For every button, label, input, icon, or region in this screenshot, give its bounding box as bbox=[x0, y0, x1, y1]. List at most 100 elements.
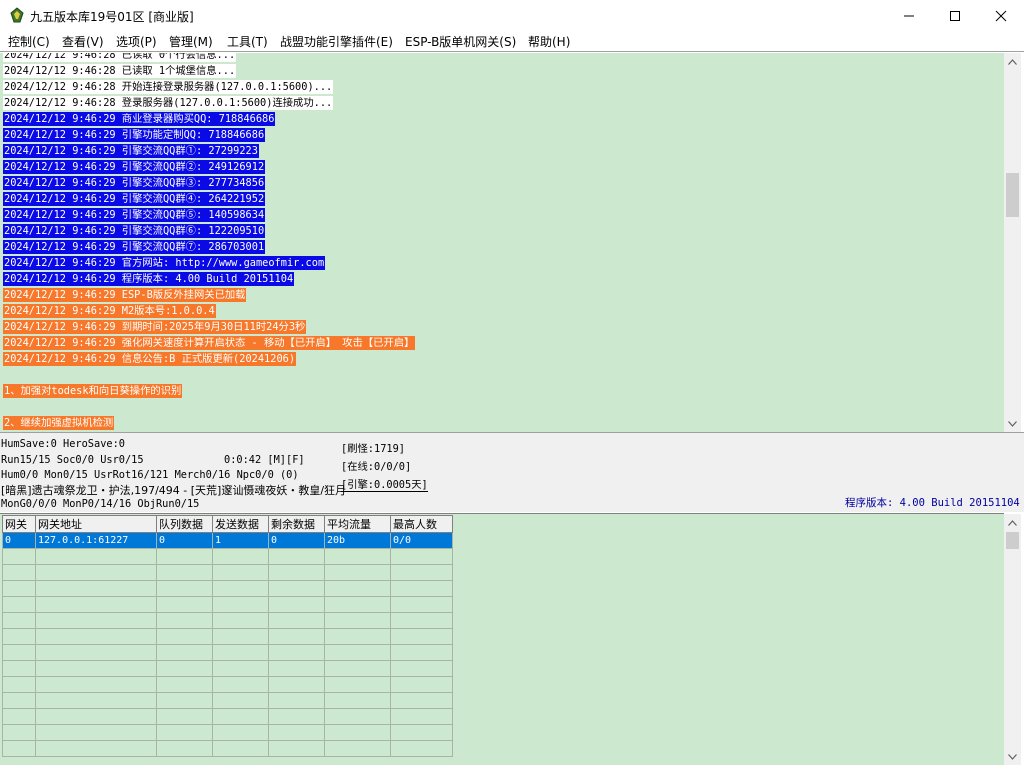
log-line: 2024/12/12 9:46:29 引擎交流QQ群⑤: 140598634 bbox=[3, 208, 266, 222]
table-row bbox=[2, 708, 453, 725]
table-cell bbox=[390, 724, 453, 741]
table-cell bbox=[324, 724, 391, 741]
table-cell bbox=[268, 628, 325, 645]
table-cell bbox=[268, 580, 325, 597]
table-cell: 0 bbox=[268, 532, 325, 549]
table-cell bbox=[2, 724, 36, 741]
table-cell bbox=[390, 580, 453, 597]
table-cell bbox=[156, 724, 213, 741]
table-cell bbox=[268, 644, 325, 661]
menu-view[interactable]: 查看(V) bbox=[62, 33, 104, 50]
table-cell bbox=[390, 596, 453, 613]
menu-tools[interactable]: 工具(T) bbox=[227, 33, 268, 50]
table-cell bbox=[212, 580, 269, 597]
log-panel[interactable]: 2024/12/12 9:46:28 已读取 0个行会信息... 2024/12/… bbox=[0, 53, 1004, 432]
gateway-grid[interactable]: 网关 网关地址 队列数据 发送数据 剩余数据 平均流量 最高人数 0 127.0.… bbox=[0, 513, 1004, 765]
table-cell bbox=[212, 692, 269, 709]
table-cell bbox=[2, 564, 36, 581]
table-cell bbox=[156, 708, 213, 725]
table-cell bbox=[35, 708, 157, 725]
menu-help[interactable]: 帮助(H) bbox=[528, 33, 570, 50]
table-cell bbox=[2, 676, 36, 693]
table-cell bbox=[35, 740, 157, 757]
table-cell bbox=[268, 612, 325, 629]
window-title: 九五版本库19号01区 [商业版] bbox=[30, 10, 194, 24]
log-line: 2024/12/12 9:46:28 已读取 1个城堡信息... bbox=[3, 64, 237, 78]
table-cell bbox=[212, 596, 269, 613]
table-cell bbox=[324, 612, 391, 629]
table-cell bbox=[390, 564, 453, 581]
minimize-button[interactable] bbox=[886, 0, 932, 31]
grid-header-row: 网关 网关地址 队列数据 发送数据 剩余数据 平均流量 最高人数 bbox=[2, 515, 453, 533]
table-cell: 0/0 bbox=[390, 532, 453, 549]
log-line: 2、继续加强虚拟机检测 bbox=[3, 416, 115, 430]
log-line: 2024/12/12 9:46:29 引擎交流QQ群④: 264221952 bbox=[3, 192, 266, 206]
col-queue-data[interactable]: 队列数据 bbox=[156, 515, 213, 533]
table-cell bbox=[268, 596, 325, 613]
log-line: 2024/12/12 9:46:29 ESP-B版反外挂网关已加载 bbox=[3, 288, 247, 302]
col-max-users[interactable]: 最高人数 bbox=[390, 515, 453, 533]
col-send-data[interactable]: 发送数据 bbox=[212, 515, 269, 533]
table-cell bbox=[35, 564, 157, 581]
table-row bbox=[2, 612, 453, 629]
table-cell bbox=[390, 692, 453, 709]
table-cell bbox=[156, 676, 213, 693]
status-runtime: 0:0:42 [M][F] bbox=[224, 454, 305, 466]
log-line: 2024/12/12 9:46:29 到期时间:2025年9月30日11时24分… bbox=[3, 320, 307, 334]
table-cell bbox=[390, 612, 453, 629]
table-cell bbox=[390, 628, 453, 645]
table-cell bbox=[324, 564, 391, 581]
log-line: 2024/12/12 9:46:29 引擎交流QQ群②: 249126912 bbox=[3, 160, 266, 174]
col-gateway-address[interactable]: 网关地址 bbox=[35, 515, 157, 533]
table-cell: 0 bbox=[2, 532, 36, 549]
col-gateway[interactable]: 网关 bbox=[2, 515, 36, 533]
log-line: 2024/12/12 9:46:28 登录服务器(127.0.0.1:5600)… bbox=[3, 96, 334, 110]
table-cell bbox=[212, 548, 269, 565]
scroll-down-icon[interactable] bbox=[1004, 415, 1021, 432]
table-cell bbox=[35, 612, 157, 629]
scroll-down-icon[interactable] bbox=[1004, 748, 1021, 765]
table-cell bbox=[324, 548, 391, 565]
log-scrollbar[interactable] bbox=[1004, 53, 1021, 432]
table-cell: 0 bbox=[156, 532, 213, 549]
table-cell bbox=[35, 596, 157, 613]
grid-scrollbar[interactable] bbox=[1004, 514, 1021, 765]
log-line: 2024/12/12 9:46:28 开始连接登录服务器(127.0.0.1:5… bbox=[3, 80, 334, 94]
menu-control[interactable]: 控制(C) bbox=[8, 33, 50, 50]
menu-engine-plugin[interactable]: 战盟功能引擎插件(E) bbox=[280, 33, 393, 50]
table-cell bbox=[268, 676, 325, 693]
table-cell bbox=[268, 724, 325, 741]
table-cell bbox=[35, 580, 157, 597]
table-row[interactable]: 0 127.0.0.1:61227 0 1 0 20b 0/0 bbox=[2, 532, 453, 549]
close-button[interactable] bbox=[978, 0, 1024, 31]
table-row bbox=[2, 596, 453, 613]
log-line: 2024/12/12 9:46:29 程序版本: 4.00 Build 2015… bbox=[3, 272, 295, 286]
col-remaining-data[interactable]: 剩余数据 bbox=[268, 515, 325, 533]
log-line: 2024/12/12 9:46:29 引擎交流QQ群③: 277734856 bbox=[3, 176, 266, 190]
menu-options[interactable]: 选项(P) bbox=[116, 33, 157, 50]
table-cell bbox=[324, 740, 391, 757]
table-cell bbox=[156, 628, 213, 645]
maximize-button[interactable] bbox=[932, 0, 978, 31]
col-avg-traffic[interactable]: 平均流量 bbox=[324, 515, 391, 533]
table-cell bbox=[156, 548, 213, 565]
scroll-thumb[interactable] bbox=[1006, 532, 1019, 549]
table-row bbox=[2, 644, 453, 661]
table-row bbox=[2, 660, 453, 677]
table-cell bbox=[324, 628, 391, 645]
table-cell bbox=[324, 676, 391, 693]
table-cell bbox=[2, 692, 36, 709]
status-trial: [引擎:0.0005天] bbox=[341, 476, 428, 492]
scroll-up-icon[interactable] bbox=[1004, 53, 1021, 70]
table-row bbox=[2, 740, 453, 757]
status-build: 程序版本: 4.00 Build 20151104 bbox=[845, 497, 1020, 509]
menu-gateway[interactable]: ESP-B版单机网关(S) bbox=[405, 33, 516, 50]
table-cell bbox=[324, 708, 391, 725]
table-cell bbox=[156, 612, 213, 629]
scroll-up-icon[interactable] bbox=[1004, 514, 1021, 531]
menu-manage[interactable]: 管理(M) bbox=[169, 33, 213, 50]
log-line: 2024/12/12 9:46:29 引擎交流QQ群⑦: 286703001 bbox=[3, 240, 266, 254]
scroll-thumb[interactable] bbox=[1006, 173, 1019, 217]
